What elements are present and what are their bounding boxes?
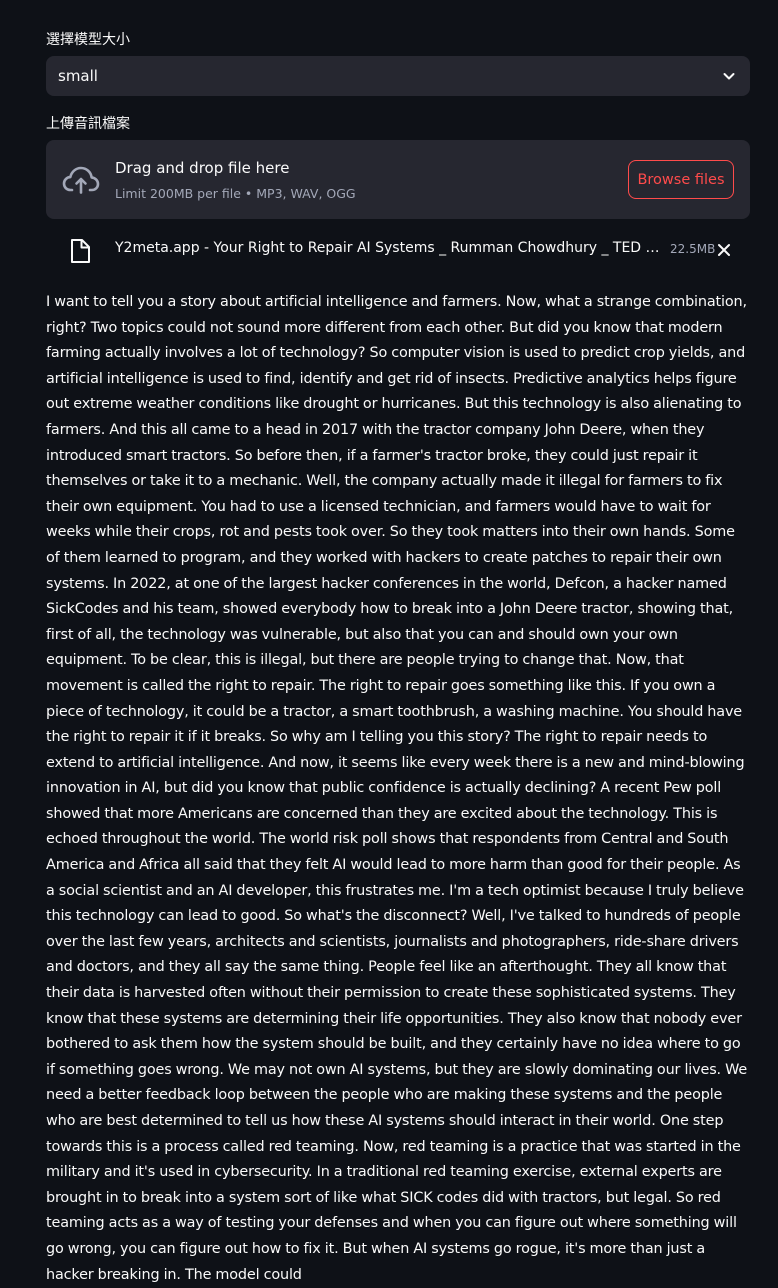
- cloud-upload-icon: [62, 166, 100, 194]
- file-icon: [71, 239, 90, 263]
- uploader-label: 上傳音訊檔案: [46, 116, 130, 132]
- model-select-value: small: [58, 67, 98, 85]
- transcription-text: I want to tell you a story about artific…: [46, 294, 748, 1283]
- model-select-label: 選擇模型大小: [46, 32, 130, 48]
- uploaded-file-row: Y2meta.app - Your Right to Repair AI Sys…: [46, 233, 750, 267]
- file-dropzone[interactable]: Drag and drop file here Limit 200MB per …: [46, 140, 750, 219]
- browse-files-button[interactable]: Browse files: [628, 160, 734, 199]
- uploaded-file-name: Y2meta.app - Your Right to Repair AI Sys…: [115, 240, 663, 256]
- chevron-down-icon: [723, 73, 735, 80]
- close-icon[interactable]: [717, 243, 731, 257]
- uploaded-file-size: 22.5MB: [670, 242, 716, 256]
- dropzone-title: Drag and drop file here: [115, 159, 290, 177]
- model-size-select[interactable]: small: [46, 56, 750, 96]
- dropzone-limit-text: Limit 200MB per file • MP3, WAV, OGG: [115, 186, 356, 201]
